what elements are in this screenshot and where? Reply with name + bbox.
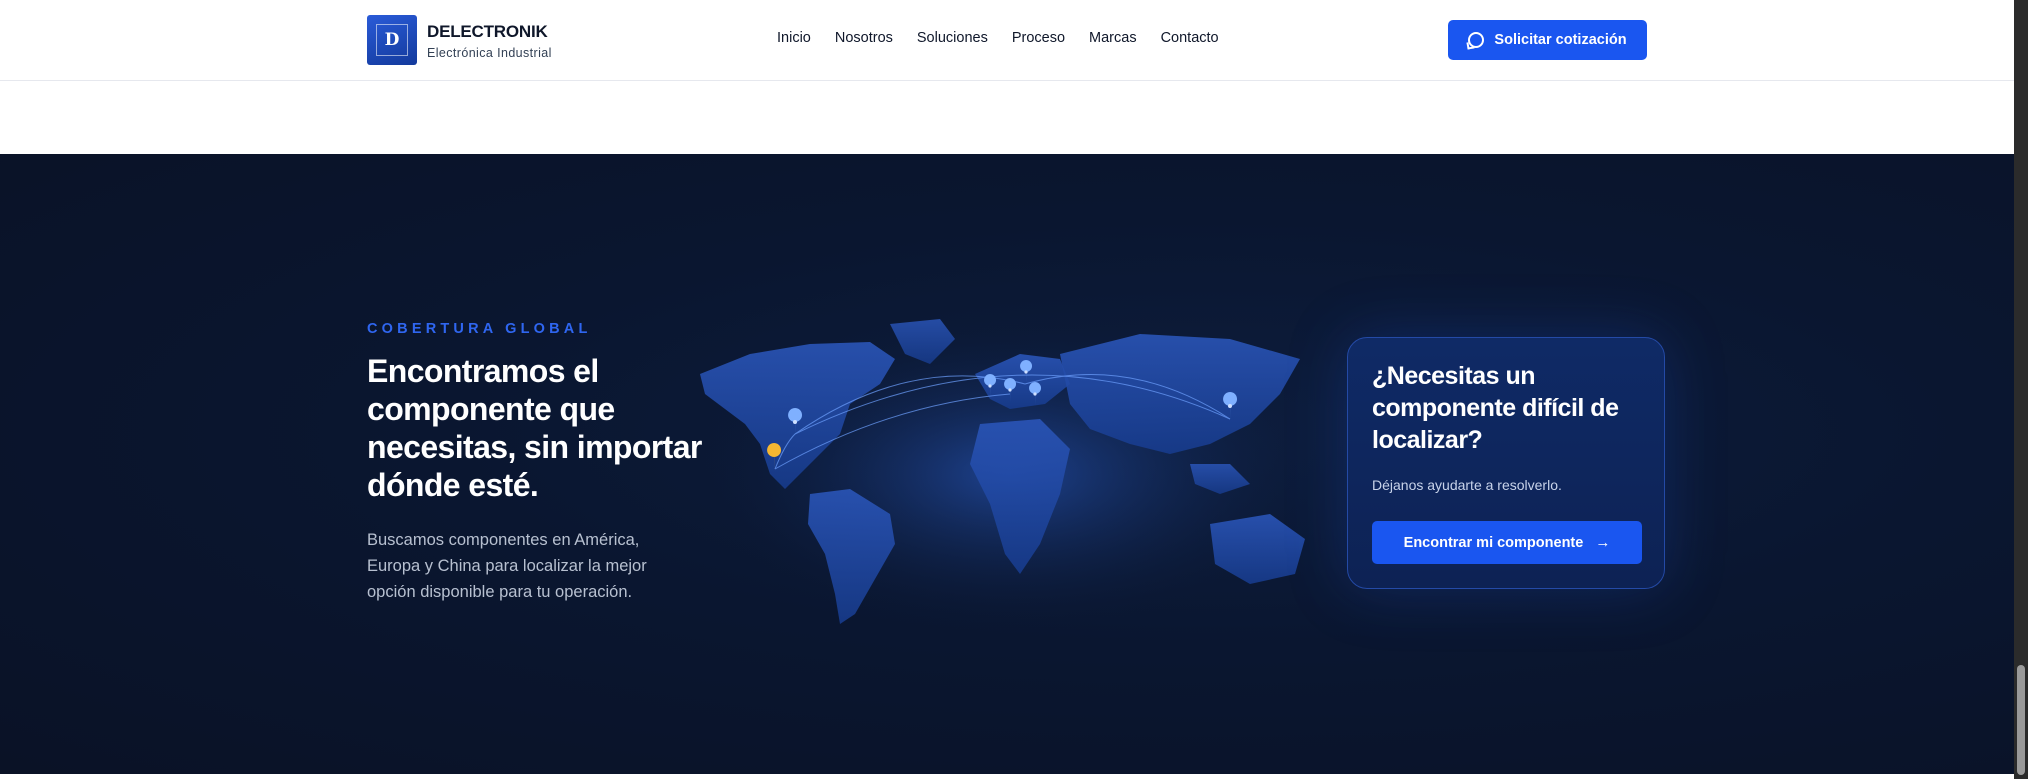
- whatsapp-icon: [1468, 32, 1485, 48]
- logo-mark: D: [376, 24, 408, 56]
- cta-title: ¿Necesitas un componente difícil de loca…: [1372, 362, 1619, 454]
- nav-nosotros[interactable]: Nosotros: [835, 30, 893, 46]
- request-quote-label: Solicitar cotización: [1494, 32, 1627, 48]
- main-nav: Inicio Nosotros Soluciones Proceso Marca…: [777, 30, 1219, 46]
- request-quote-button[interactable]: Solicitar cotización: [1448, 20, 1647, 60]
- find-component-button[interactable]: Encontrar mi componente →: [1372, 521, 1642, 564]
- nav-soluciones[interactable]: Soluciones: [917, 30, 988, 46]
- nav-marcas[interactable]: Marcas: [1089, 30, 1137, 46]
- find-component-label: Encontrar mi componente: [1403, 534, 1584, 551]
- brand-subtitle: Electrónica Industrial: [427, 46, 552, 60]
- brand-logo[interactable]: D: [367, 15, 417, 65]
- page-scrollbar[interactable]: [2014, 0, 2028, 779]
- nav-contacto[interactable]: Contacto: [1161, 30, 1219, 46]
- arrow-right-icon: →: [1595, 534, 1611, 551]
- site-header: D DELECTRONIK Electrónica Industrial Ini…: [0, 0, 2014, 81]
- scrollbar-thumb[interactable]: [2017, 665, 2025, 775]
- cta-card: ¿Necesitas un componente difícil de loca…: [1347, 337, 1665, 589]
- nav-inicio[interactable]: Inicio: [777, 30, 811, 46]
- section-eyebrow: COBERTURA GLOBAL: [367, 321, 592, 337]
- cta-text: Déjanos ayudarte a resolverlo.: [1372, 477, 1562, 493]
- global-coverage-section: COBERTURA GLOBAL Encontramos el componen…: [0, 154, 2014, 774]
- brand-name[interactable]: DELECTRONIK: [427, 22, 548, 42]
- section-lead: Buscamos componentes en América, Europa …: [367, 531, 647, 601]
- nav-proceso[interactable]: Proceso: [1012, 30, 1065, 46]
- world-map-illustration: [690, 314, 1330, 634]
- section-headline: Encontramos el componente que necesitas,…: [367, 353, 702, 503]
